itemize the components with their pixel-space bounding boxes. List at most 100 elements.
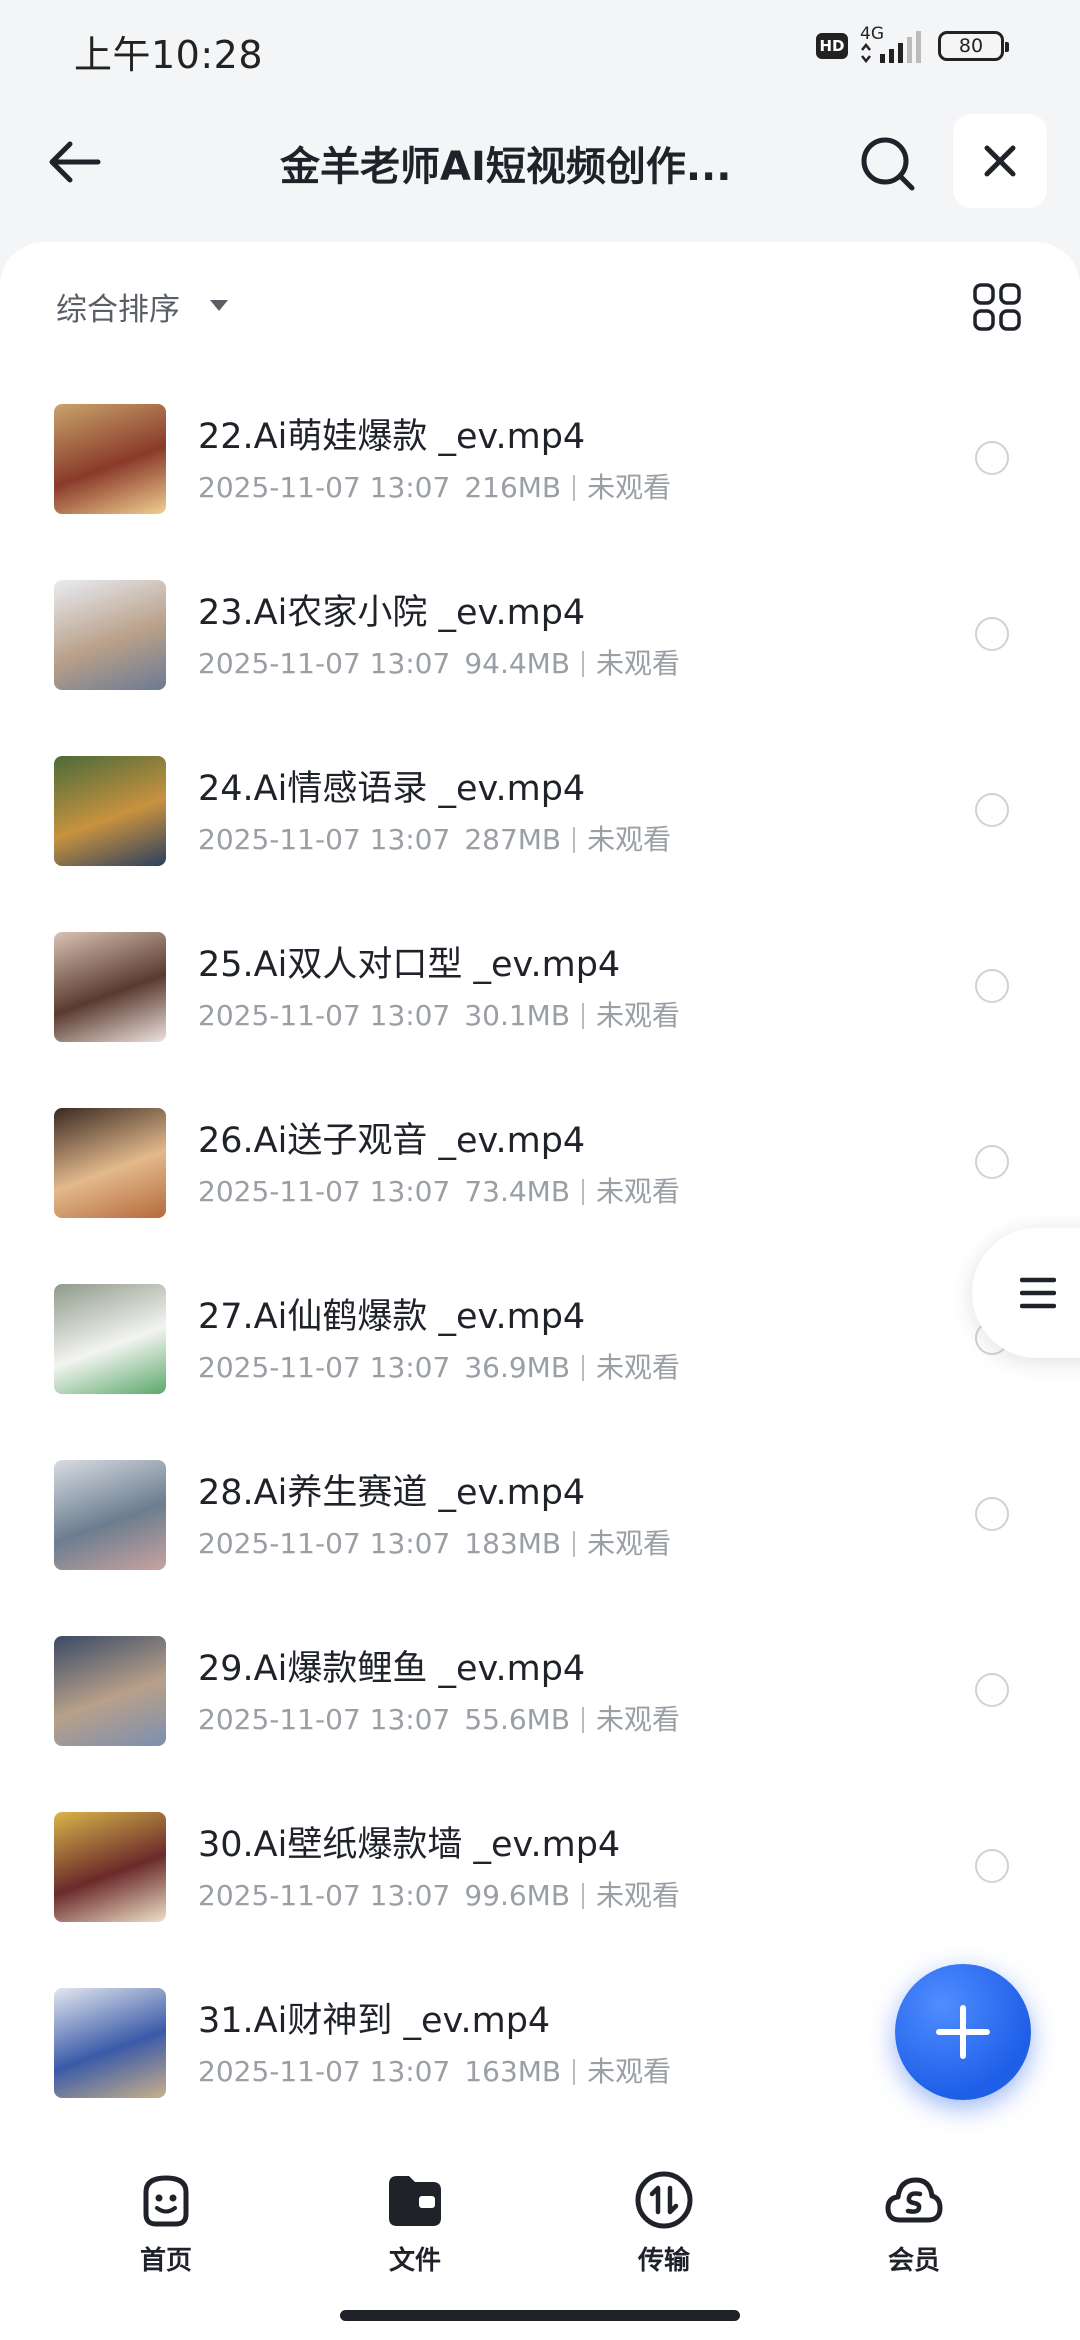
video-thumbnail (54, 1284, 166, 1394)
sort-dropdown[interactable]: 综合排序 (56, 284, 180, 329)
file-row[interactable]: 29.Ai爆款鲤鱼 _ev.mp4 2025-11-07 13:07 55.6MB 未… (0, 1600, 1080, 1776)
file-date: 2025-11-07 13:07 (198, 2055, 451, 2088)
file-date: 2025-11-07 13:07 (198, 471, 451, 504)
file-name: 22.Ai萌娃爆款 _ev.mp4 (198, 417, 586, 457)
video-thumbnail (54, 756, 166, 866)
file-meta: 2025-11-07 13:07 36.9MB 未观看 (198, 1346, 680, 1386)
meta-divider (573, 1531, 576, 1557)
file-row[interactable]: 23.Ai农家小院 _ev.mp4 2025-11-07 13:07 94.4MB 未… (0, 544, 1080, 720)
file-row[interactable]: 28.Ai养生赛道 _ev.mp4 2025-11-07 13:07 183MB 未观… (0, 1424, 1080, 1600)
tab-files[interactable]: 文件 (335, 2170, 495, 2280)
watch-status: 未观看 (596, 999, 681, 1032)
status-indicators: HD 4G 80 (816, 24, 1009, 66)
file-meta: 2025-11-07 13:07 163MB 未观看 (198, 2050, 671, 2090)
status-time: 上午10:28 (74, 33, 264, 77)
file-name: 31.Ai财神到 _ev.mp4 (198, 2001, 551, 2041)
select-checkbox[interactable] (975, 969, 1009, 1003)
watch-status: 未观看 (587, 1527, 672, 1560)
video-thumbnail (54, 1988, 166, 2098)
video-thumbnail (54, 404, 166, 514)
file-size: 287MB (464, 823, 562, 856)
file-meta: 2025-11-07 13:07 55.6MB 未观看 (198, 1698, 680, 1738)
file-meta: 2025-11-07 13:07 216MB 未观看 (198, 466, 671, 506)
file-size: 99.6MB (464, 1879, 571, 1912)
select-checkbox[interactable] (975, 1849, 1009, 1883)
signal-icon: 4G (858, 24, 928, 66)
file-row[interactable]: 26.Ai送子观音 _ev.mp4 2025-11-07 13:07 73.4MB 未… (0, 1072, 1080, 1248)
watch-status: 未观看 (596, 1703, 681, 1736)
grid-view-icon (973, 283, 1021, 331)
file-date: 2025-11-07 13:07 (198, 1703, 451, 1736)
status-bar: 上午10:28 HD 4G 80 (0, 0, 1080, 100)
file-meta: 2025-11-07 13:07 73.4MB 未观看 (198, 1170, 680, 1210)
select-checkbox[interactable] (975, 1673, 1009, 1707)
video-thumbnail (54, 1108, 166, 1218)
video-thumbnail (54, 580, 166, 690)
watch-status: 未观看 (596, 1879, 681, 1912)
file-row[interactable]: 22.Ai萌娃爆款 _ev.mp4 2025-11-07 13:07 216MB 未观… (0, 368, 1080, 544)
watch-status: 未观看 (587, 823, 672, 856)
tab-files-label: 文件 (388, 2246, 441, 2276)
file-size: 55.6MB (464, 1703, 571, 1736)
file-meta: 2025-11-07 13:07 94.4MB 未观看 (198, 642, 680, 682)
file-date: 2025-11-07 13:07 (198, 1175, 451, 1208)
meta-divider (582, 1179, 585, 1205)
select-checkbox[interactable] (975, 441, 1009, 475)
video-thumbnail (54, 1460, 166, 1570)
file-row[interactable]: 27.Ai仙鹤爆款 _ev.mp4 2025-11-07 13:07 36.9MB 未… (0, 1248, 1080, 1424)
file-size: 216MB (464, 471, 562, 504)
transfer-icon (635, 2171, 693, 2229)
select-checkbox[interactable] (975, 1497, 1009, 1531)
battery-indicator: 80 (938, 31, 1009, 61)
header: 金羊老师AI短视频创作... (0, 110, 1080, 220)
file-meta: 2025-11-07 13:07 99.6MB 未观看 (198, 1874, 680, 1914)
search-icon (861, 137, 915, 191)
file-size: 183MB (464, 1527, 562, 1560)
file-row[interactable]: 30.Ai壁纸爆款墙 _ev.mp4 2025-11-07 13:07 99.6MB… (0, 1776, 1080, 1952)
file-size: 163MB (464, 2055, 562, 2088)
bottom-nav: 首页 文件 传输 会员 (0, 2148, 1080, 2340)
tab-home[interactable]: 首页 (86, 2170, 246, 2280)
file-date: 2025-11-07 13:07 (198, 1879, 451, 1912)
meta-divider (582, 1355, 585, 1381)
file-name: 27.Ai仙鹤爆款 _ev.mp4 (198, 1297, 586, 1337)
chevron-down-icon[interactable] (210, 300, 228, 311)
select-checkbox[interactable] (975, 617, 1009, 651)
meta-divider (582, 1003, 585, 1029)
select-checkbox[interactable] (975, 793, 1009, 827)
watch-status: 未观看 (596, 1351, 681, 1384)
close-button[interactable] (953, 114, 1047, 208)
hd-badge: HD (816, 33, 848, 59)
file-row[interactable]: 24.Ai情感语录 _ev.mp4 2025-11-07 13:07 287MB 未观… (0, 720, 1080, 896)
tab-transfer[interactable]: 传输 (584, 2170, 744, 2280)
watch-status: 未观看 (596, 647, 681, 680)
select-checkbox[interactable] (975, 1145, 1009, 1179)
video-thumbnail (54, 1636, 166, 1746)
menu-lines-icon (1020, 1277, 1056, 1309)
file-size: 73.4MB (464, 1175, 571, 1208)
watch-status: 未观看 (587, 2055, 672, 2088)
watch-status: 未观看 (587, 471, 672, 504)
view-toggle-button[interactable] (972, 282, 1022, 332)
cloud-vip-icon (885, 2177, 943, 2223)
video-thumbnail (54, 1812, 166, 1922)
arrow-left-icon (49, 141, 101, 183)
meta-divider (582, 1883, 585, 1909)
tab-home-label: 首页 (139, 2246, 192, 2276)
file-row[interactable]: 25.Ai双人对口型 _ev.mp4 2025-11-07 13:07 30.1MB… (0, 896, 1080, 1072)
home-indicator[interactable] (340, 2310, 740, 2321)
file-name: 24.Ai情感语录 _ev.mp4 (198, 769, 586, 809)
file-date: 2025-11-07 13:07 (198, 1527, 451, 1560)
back-button[interactable] (44, 132, 104, 192)
close-icon (984, 145, 1016, 177)
tab-vip[interactable]: 会员 (834, 2170, 994, 2280)
file-name: 30.Ai壁纸爆款墙 _ev.mp4 (198, 1825, 621, 1865)
file-meta: 2025-11-07 13:07 30.1MB 未观看 (198, 994, 680, 1034)
add-button[interactable] (895, 1964, 1031, 2100)
meta-divider (573, 475, 576, 501)
file-name: 25.Ai双人对口型 _ev.mp4 (198, 945, 621, 985)
file-name: 29.Ai爆款鲤鱼 _ev.mp4 (198, 1649, 586, 1689)
search-button[interactable] (856, 132, 920, 196)
file-meta: 2025-11-07 13:07 287MB 未观看 (198, 818, 671, 858)
file-size: 36.9MB (464, 1351, 571, 1384)
